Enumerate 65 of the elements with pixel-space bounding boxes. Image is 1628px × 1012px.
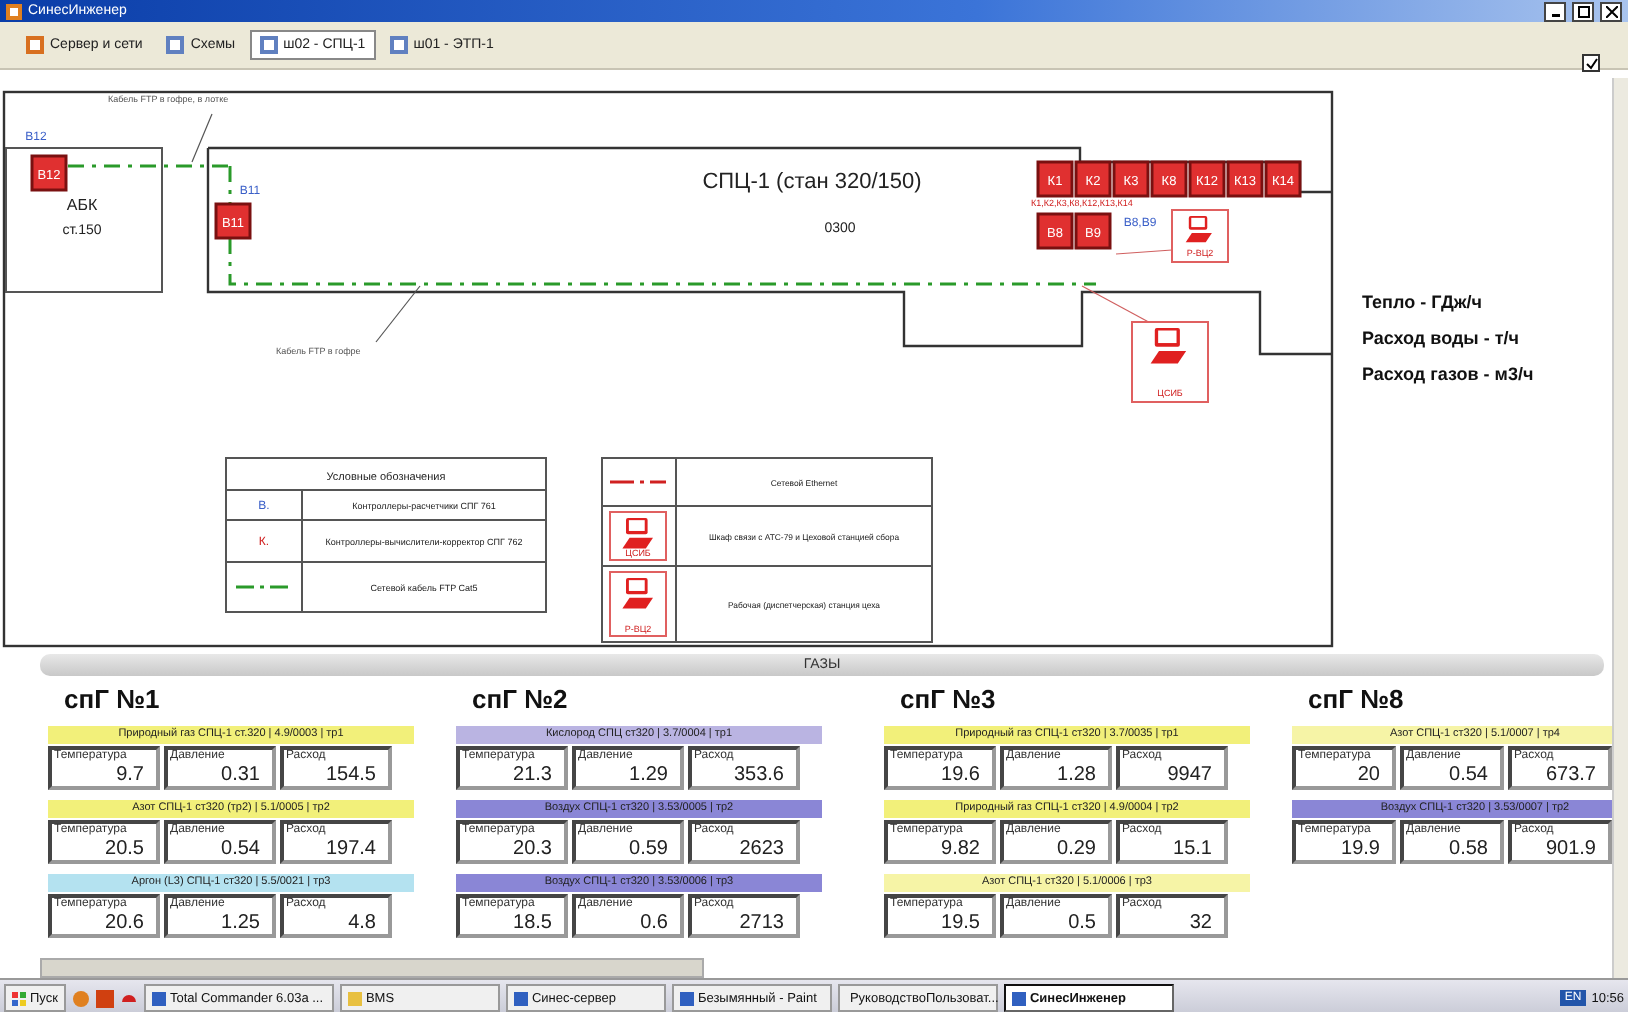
maximize-button[interactable] (1572, 1, 1594, 21)
computer-icon (622, 518, 653, 549)
reading-value: 0.54 (1447, 763, 1490, 788)
reading-value: 32 (1187, 911, 1214, 936)
unit-label: Расход газов - м3/ч (1362, 364, 1534, 384)
reading-value: 0.58 (1447, 837, 1490, 862)
leader-line (191, 113, 213, 163)
reading-value: 19.5 (939, 911, 982, 936)
reading-value: 0.54 (219, 837, 262, 862)
reading-value: 9.82 (939, 837, 982, 862)
unit-label: Тепло - ГДж/ч (1362, 292, 1484, 312)
reading-value: 2713 (737, 911, 786, 936)
reading-value: 20 (1355, 763, 1382, 788)
close-icon (1605, 5, 1617, 17)
reading-value: 0.31 (219, 763, 262, 788)
app-icon (6, 3, 22, 19)
reading-value: 0.59 (627, 837, 670, 862)
window-icon (1011, 991, 1026, 1005)
reading-value: 353.6 (731, 763, 786, 788)
window-icon (513, 991, 528, 1005)
reading-value: 21.3 (511, 763, 554, 788)
window-icon (151, 991, 166, 1005)
reading-value: 9947 (1165, 763, 1214, 788)
close-button[interactable] (1600, 1, 1622, 21)
reading-value: 4.8 (346, 911, 378, 936)
reading-value: 9.7 (114, 763, 146, 788)
reading-value: 19.9 (1339, 837, 1382, 862)
minimize-button[interactable] (1544, 1, 1566, 21)
window-icon (347, 991, 362, 1005)
windows-logo-icon (12, 991, 26, 1005)
computer-icon (622, 578, 653, 609)
computer-icon (1150, 328, 1187, 364)
reading-value: 1.25 (219, 911, 262, 936)
reading-value: 20.5 (103, 837, 146, 862)
unit-label: Расход воды - т/ч (1362, 328, 1521, 348)
reading-value: 19.6 (939, 763, 982, 788)
building-name: АБК (66, 196, 98, 214)
reading-value: 154.5 (323, 763, 378, 788)
shop-title: СПЦ-1 (стан 320/150) (702, 170, 922, 194)
group-title: спГ №3 (898, 683, 998, 716)
reading-value: 2623 (737, 837, 786, 862)
reading-value: 18.5 (511, 911, 554, 936)
checkbox[interactable] (1582, 54, 1600, 72)
group-title: спГ №2 (470, 683, 570, 716)
reading-value: 0.6 (638, 911, 670, 936)
window-icon (679, 991, 694, 1005)
reading-value: 20.6 (103, 911, 146, 936)
group-title: спГ №1 (62, 683, 162, 716)
vertical-scrollbar[interactable] (1612, 78, 1628, 978)
computer-icon (1185, 216, 1212, 243)
leader-line (375, 285, 421, 343)
reading-value: 901.9 (1543, 837, 1598, 862)
check-icon (1585, 57, 1597, 69)
reading-value: 673.7 (1543, 763, 1598, 788)
reading-value: 15.1 (1171, 837, 1214, 862)
leader-line (1115, 249, 1173, 255)
group-title: спГ №8 (1306, 683, 1406, 716)
reading-value: 20.3 (511, 837, 554, 862)
maximize-icon (1577, 5, 1589, 17)
reading-value: 197.4 (323, 837, 378, 862)
reading-value: 0.29 (1055, 837, 1098, 862)
reading-value: 0.5 (1066, 911, 1098, 936)
reading-value: 1.29 (627, 763, 670, 788)
horizontal-scrollbar[interactable] (40, 958, 704, 978)
reading-value: 1.28 (1055, 763, 1098, 788)
